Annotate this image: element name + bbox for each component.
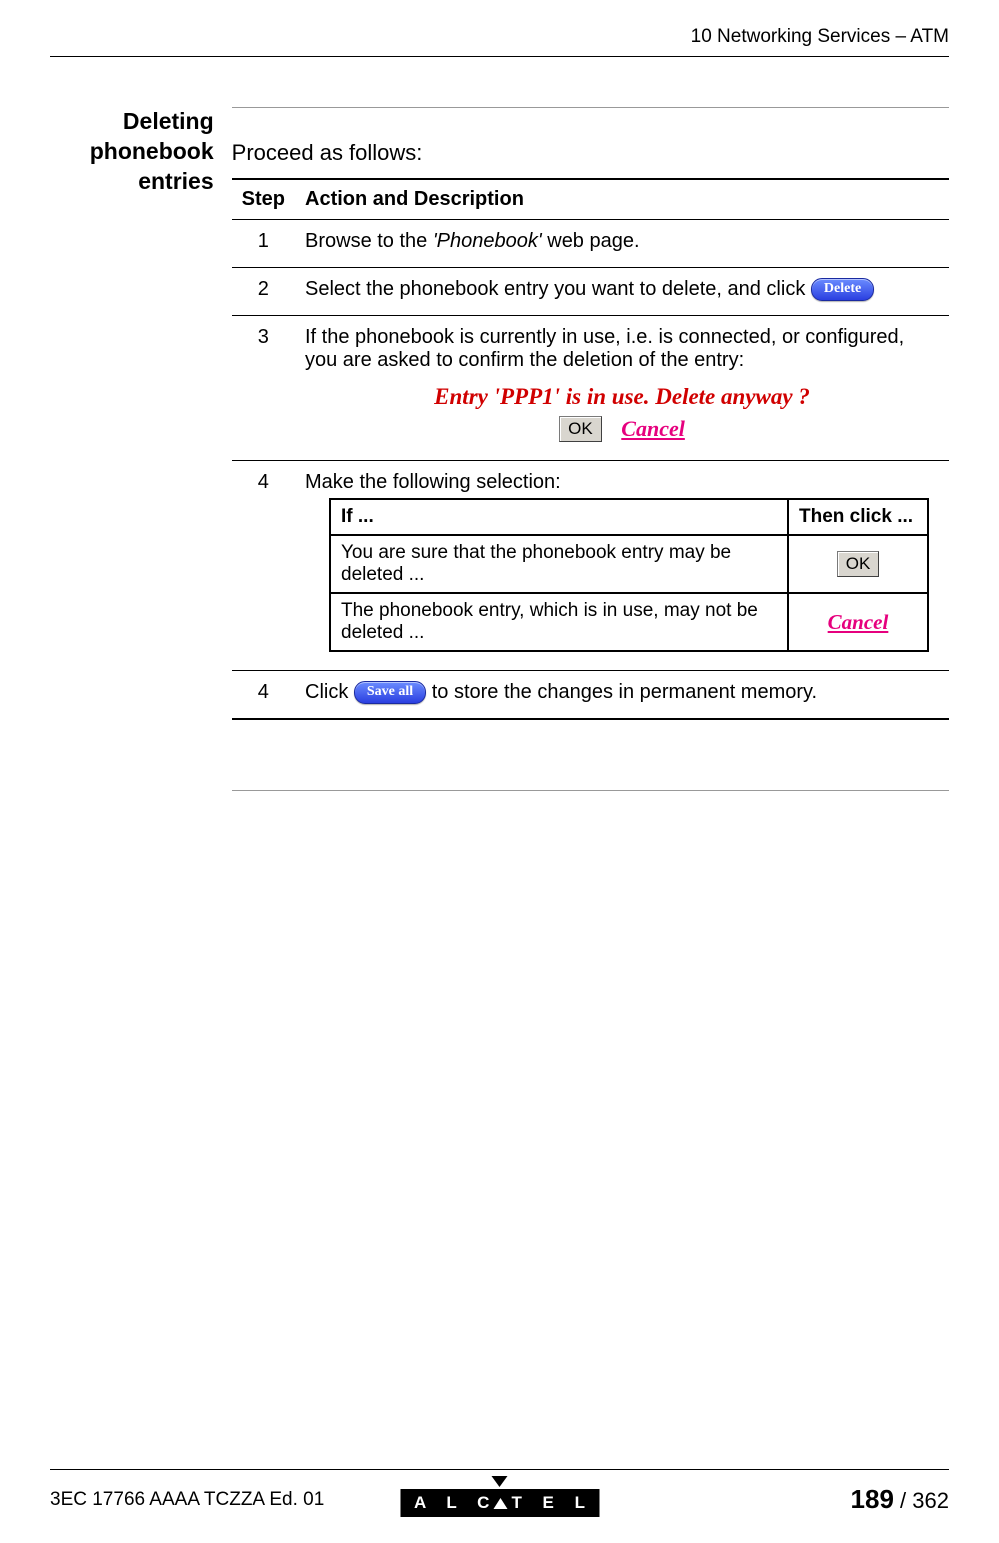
text: If the phonebook is currently in use, i.…	[305, 326, 939, 372]
text-emph: 'Phonebook'	[433, 230, 542, 252]
ok-button[interactable]: OK	[559, 416, 602, 442]
col-if: If ...	[330, 499, 788, 535]
if-condition: You are sure that the phonebook entry ma…	[330, 535, 788, 593]
delete-button[interactable]: Delete	[811, 278, 874, 301]
col-action: Action and Description	[295, 179, 949, 220]
col-then: Then click ...	[788, 499, 928, 535]
side-heading-line2: entries	[138, 168, 213, 194]
step-number: 4	[232, 671, 295, 720]
triangle-up-icon	[493, 1498, 507, 1509]
text: Make the following selection:	[305, 471, 939, 494]
divider	[232, 107, 949, 108]
brand-logo: A L CT E L	[400, 1476, 599, 1517]
step-description: Make the following selection: If ... The…	[295, 461, 949, 671]
steps-table: Step Action and Description 1 Browse to …	[232, 178, 949, 720]
page-number: 189 / 362	[851, 1484, 949, 1515]
save-all-button[interactable]: Save all	[354, 681, 426, 704]
text: web page.	[542, 230, 640, 252]
decision-table: If ... Then click ... You are sure that …	[329, 498, 929, 652]
divider	[232, 790, 949, 791]
step-description: If the phonebook is currently in use, i.…	[295, 316, 949, 461]
text: Browse to the	[305, 230, 433, 252]
page-sep: /	[894, 1488, 912, 1513]
cancel-link[interactable]: Cancel	[828, 610, 889, 634]
text: Click	[305, 681, 354, 703]
doc-id: 3EC 17766 AAAA TCZZA Ed. 01	[50, 1489, 324, 1511]
table-row: 1 Browse to the 'Phonebook' web page.	[232, 220, 949, 268]
side-heading: Deleting phonebook entries	[50, 107, 232, 197]
step-number: 1	[232, 220, 295, 268]
page-current: 189	[851, 1484, 894, 1514]
intro-text: Proceed as follows:	[232, 140, 949, 166]
table-row: 4 Make the following selection: If ... T…	[232, 461, 949, 671]
step-description: Browse to the 'Phonebook' web page.	[295, 220, 949, 268]
step-description: Select the phonebook entry you want to d…	[295, 268, 949, 316]
confirm-prompt: Entry 'PPP1' is in use. Delete anyway ?	[305, 384, 939, 410]
step-description: Click Save all to store the changes in p…	[295, 671, 949, 720]
col-step: Step	[232, 179, 295, 220]
step-number: 4	[232, 461, 295, 671]
page-total: 362	[912, 1488, 949, 1513]
cancel-link[interactable]: Cancel	[621, 416, 685, 442]
ok-button[interactable]: OK	[837, 551, 880, 577]
table-row: 3 If the phonebook is currently in use, …	[232, 316, 949, 461]
step-number: 2	[232, 268, 295, 316]
step-number: 3	[232, 316, 295, 461]
side-heading-line1: Deleting phonebook	[90, 108, 214, 164]
table-row: 4 Click Save all to store the changes in…	[232, 671, 949, 720]
table-row: 2 Select the phonebook entry you want to…	[232, 268, 949, 316]
text: Select the phonebook entry you want to d…	[305, 278, 811, 300]
text: to store the changes in permanent memory…	[426, 681, 817, 703]
running-header: 10 Networking Services – ATM	[50, 26, 949, 57]
triangle-down-icon	[491, 1476, 507, 1487]
if-condition: The phonebook entry, which is in use, ma…	[330, 593, 788, 651]
